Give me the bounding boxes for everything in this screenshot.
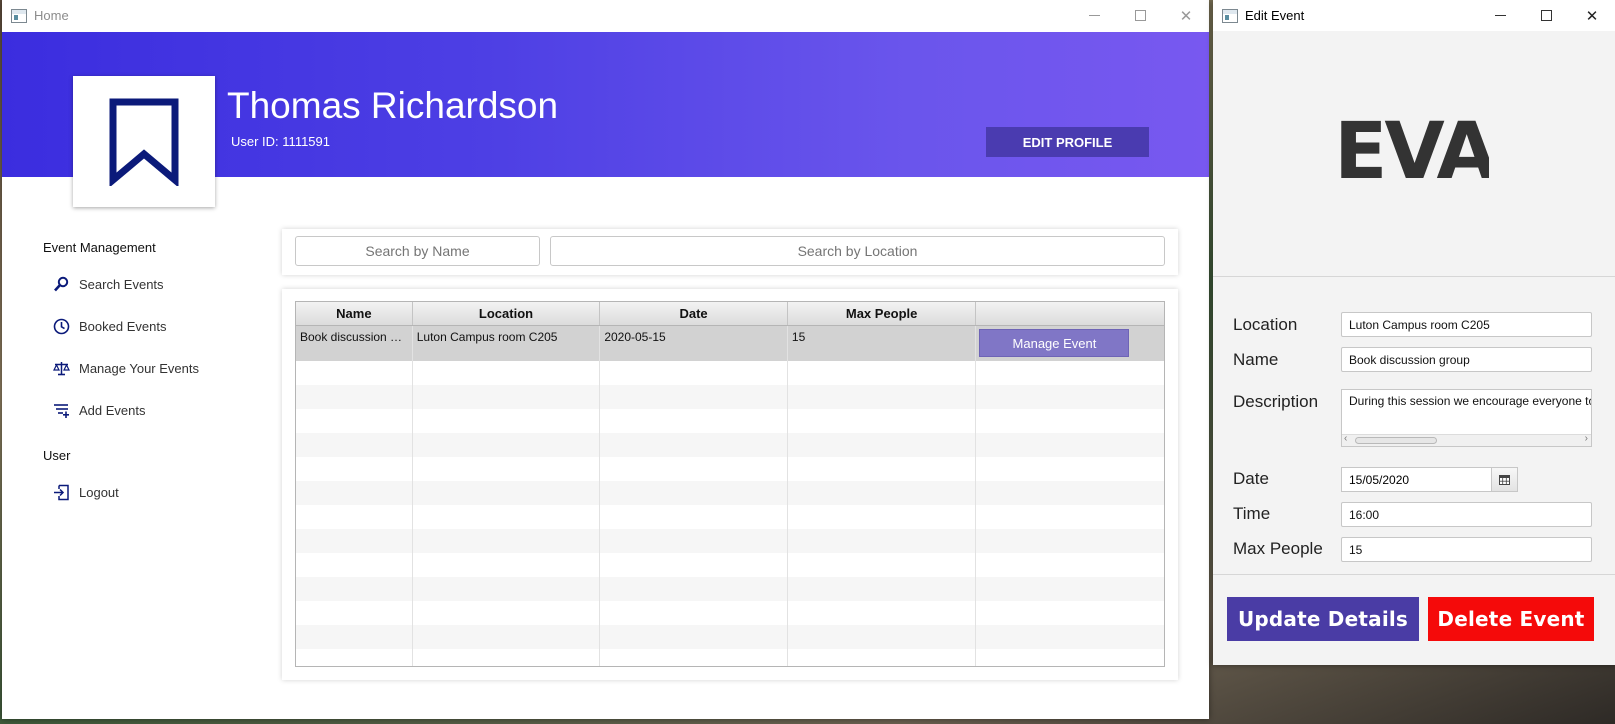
sidebar-item-label: Search Events: [79, 276, 164, 292]
time-label: Time: [1233, 504, 1271, 523]
empty-row: [296, 433, 1164, 457]
description-field[interactable]: During this session we encourage everyon…: [1341, 389, 1592, 447]
column-header-name[interactable]: Name: [296, 302, 413, 325]
search-panel: [282, 229, 1178, 275]
sidebar-item-label: Add Events: [79, 402, 146, 418]
cell-max-people: 15: [788, 326, 977, 361]
empty-row: [296, 385, 1164, 409]
date-picker: 15/05/2020: [1341, 467, 1518, 492]
edit-titlebar: Edit Event ✕: [1213, 0, 1615, 31]
avatar: [73, 76, 215, 207]
max-people-label: Max People: [1233, 539, 1323, 558]
name-field[interactable]: Book discussion group: [1341, 347, 1592, 372]
date-field[interactable]: 15/05/2020: [1341, 467, 1491, 492]
eva-logo-text: EVA: [1339, 114, 1489, 194]
close-icon: ✕: [1179, 6, 1193, 25]
maximize-icon: [1540, 10, 1552, 21]
edit-window-title: Edit Event: [1245, 8, 1305, 23]
description-text: During this session we encourage everyon…: [1349, 394, 1591, 408]
edit-profile-button[interactable]: EDIT PROFILE: [986, 127, 1149, 157]
sidebar-item-manage-your-events[interactable]: Manage Your Events: [52, 359, 199, 377]
column-header-location[interactable]: Location: [413, 302, 601, 325]
user-id: User ID: 1111591: [231, 134, 330, 149]
close-icon: ✕: [1585, 6, 1599, 25]
edit-event-window: Edit Event ✕ EVA Location Luton Campus r…: [1213, 0, 1615, 665]
search-by-location-input[interactable]: [550, 236, 1165, 266]
maximize-icon: [1134, 10, 1146, 21]
bookmark-icon: [109, 98, 179, 186]
divider: [1213, 574, 1615, 575]
scroll-right-icon[interactable]: ›: [1585, 433, 1588, 444]
sidebar-item-label: Logout: [79, 484, 119, 500]
description-scrollbar[interactable]: ‹ ›: [1342, 433, 1591, 446]
table-header: Name Location Date Max People: [296, 302, 1164, 326]
empty-row: [296, 505, 1164, 529]
sidebar-item-booked-events[interactable]: Booked Events: [52, 317, 166, 335]
search-icon: [52, 275, 70, 293]
table-row[interactable]: Book discussion gr... Luton Campus room …: [296, 326, 1164, 361]
sidebar-item-add-events[interactable]: Add Events: [52, 401, 146, 419]
empty-row: [296, 529, 1164, 553]
empty-row: [296, 649, 1164, 666]
empty-row: [296, 577, 1164, 601]
maximize-button[interactable]: [1523, 0, 1569, 31]
location-field[interactable]: Luton Campus room C205: [1341, 312, 1592, 337]
minimize-button[interactable]: [1477, 0, 1523, 31]
empty-row: [296, 625, 1164, 649]
empty-row: [296, 601, 1164, 625]
empty-row: [296, 481, 1164, 505]
cell-date: 2020-05-15: [600, 326, 788, 361]
home-window-title: Home: [34, 8, 69, 23]
sidebar-item-search-events[interactable]: Search Events: [52, 275, 164, 293]
user-name: Thomas Richardson: [227, 85, 559, 126]
calendar-icon: [1499, 474, 1510, 485]
manage-event-button[interactable]: Manage Event: [979, 329, 1130, 357]
sidebar-item-logout[interactable]: Logout: [52, 483, 119, 501]
close-button[interactable]: ✕: [1163, 0, 1209, 31]
maximize-button[interactable]: [1117, 0, 1163, 31]
max-people-field[interactable]: 15: [1341, 537, 1592, 562]
search-by-name-input[interactable]: [295, 236, 540, 266]
name-label: Name: [1233, 350, 1279, 369]
home-titlebar: Home ✕: [2, 0, 1209, 31]
delete-event-button[interactable]: Delete Event: [1428, 597, 1594, 641]
logo-area: EVA: [1213, 32, 1615, 277]
scroll-left-icon[interactable]: ‹: [1344, 433, 1347, 444]
cell-action: Manage Event: [976, 326, 1164, 361]
home-window: Home ✕ Thomas Richardson User ID: 111159…: [2, 0, 1209, 719]
scrollbar-thumb[interactable]: [1355, 437, 1437, 444]
location-label: Location: [1233, 315, 1298, 334]
empty-row: [296, 409, 1164, 433]
app-window-icon: [1222, 8, 1238, 23]
column-header-actions: [976, 302, 1164, 325]
calendar-button[interactable]: [1491, 467, 1518, 492]
minimize-button[interactable]: [1071, 0, 1117, 31]
close-button[interactable]: ✕: [1569, 0, 1615, 31]
minimize-icon: [1494, 14, 1506, 17]
column-header-date[interactable]: Date: [600, 302, 788, 325]
empty-row: [296, 553, 1164, 577]
empty-row: [296, 457, 1164, 481]
empty-row: [296, 361, 1164, 385]
app-window-icon: [11, 8, 27, 23]
list-add-icon: [52, 401, 70, 419]
events-table: Name Location Date Max People Book discu…: [295, 301, 1165, 667]
date-label: Date: [1233, 469, 1269, 488]
sidebar-section-event-management: Event Management: [43, 240, 156, 255]
logout-icon: [52, 483, 70, 501]
update-details-button[interactable]: Update Details: [1227, 597, 1419, 641]
sidebar-section-user: User: [43, 448, 71, 463]
scales-icon: [52, 359, 70, 377]
sidebar-item-label: Booked Events: [79, 318, 167, 334]
eva-logo: EVA: [1339, 114, 1489, 194]
minimize-icon: [1088, 14, 1100, 17]
clock-icon: [52, 317, 70, 335]
time-field[interactable]: 16:00: [1341, 502, 1592, 527]
cell-name: Book discussion gr...: [296, 326, 413, 361]
column-header-max-people[interactable]: Max People: [788, 302, 977, 325]
sidebar-item-label: Manage Your Events: [79, 360, 199, 376]
events-table-panel: Name Location Date Max People Book discu…: [282, 289, 1178, 680]
cell-location: Luton Campus room C205: [413, 326, 601, 361]
description-label: Description: [1233, 392, 1319, 411]
